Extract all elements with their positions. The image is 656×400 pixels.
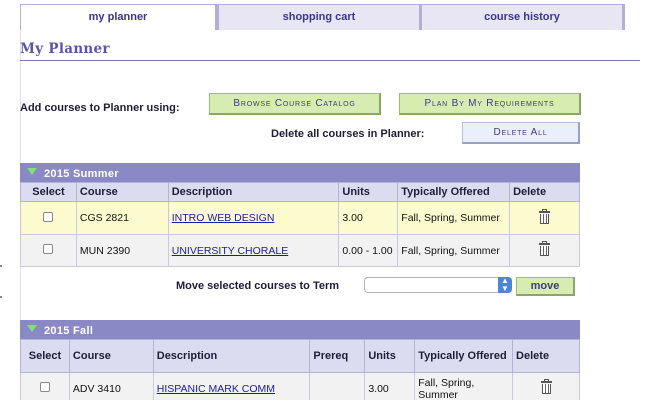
course-code: CGS 2821 [75, 201, 169, 235]
course-description-link[interactable]: INTRO WEB DESIGN [172, 212, 275, 224]
tab-shopping-cart[interactable]: shopping cart [218, 4, 420, 30]
browse-course-catalog-button[interactable]: Browse Course Catalog [209, 93, 381, 115]
table-header-row: Select Course Description Prereq Units T… [20, 339, 580, 373]
add-courses-label: Add courses to Planner using: [20, 102, 180, 114]
course-prereq [309, 372, 366, 400]
move-button[interactable]: move [516, 277, 575, 296]
fall-courses-table: Select Course Description Prereq Units T… [20, 339, 580, 400]
course-offered: Fall, Spring, Summer [397, 234, 511, 267]
col-prereq: Prereq [309, 339, 366, 373]
course-offered: Fall, Spring, Summer [414, 372, 514, 400]
table-row: ADV 3410 HISPANIC MARK COMM 3.00 Fall, S… [20, 372, 580, 400]
move-to-term-label: Move selected courses to Term [176, 280, 340, 292]
course-units: 3.00 [338, 201, 399, 235]
course-code: ADV 3410 [68, 372, 154, 400]
page-title: My Planner [20, 41, 110, 57]
select-checkbox[interactable] [43, 211, 54, 222]
dropdown-arrows-icon[interactable]: ▲ ▼ [498, 277, 512, 293]
col-typically-offered: Typically Offered [414, 339, 514, 373]
term-name: 2015 Fall [44, 325, 94, 337]
col-units: Units [338, 182, 399, 202]
col-select: Select [20, 339, 70, 373]
table-header-row: Select Course Description Units Typicall… [20, 182, 580, 202]
col-typically-offered: Typically Offered [397, 182, 511, 202]
course-code: MUN 2390 [75, 234, 169, 267]
term-select-dropdown[interactable]: ▲ ▼ [364, 277, 512, 293]
select-checkbox[interactable] [43, 244, 54, 254]
trash-icon[interactable] [539, 241, 551, 256]
delete-all-button[interactable]: Delete All [462, 122, 580, 144]
tab-my-planner[interactable]: my planner [20, 4, 216, 30]
col-course: Course [75, 182, 169, 202]
col-units: Units [364, 339, 416, 373]
trash-icon[interactable] [539, 208, 551, 224]
col-delete: Delete [512, 339, 580, 373]
title-divider [20, 60, 640, 61]
edge-marker [0, 296, 2, 298]
course-description-link[interactable]: UNIVERSITY CHORALE [172, 245, 289, 257]
tab-label: course history [484, 11, 560, 23]
tab-divider [622, 4, 625, 30]
tab-course-history[interactable]: course history [421, 4, 623, 30]
tab-divider [419, 4, 422, 30]
course-description-link[interactable]: HISPANIC MARK COMM [157, 383, 275, 395]
tab-label: my planner [88, 11, 148, 23]
term-name: 2015 Summer [44, 168, 119, 180]
col-description: Description [152, 339, 311, 373]
col-select: Select [20, 182, 77, 202]
tab-divider [216, 4, 219, 30]
tab-label: shopping cart [282, 11, 356, 23]
course-offered: Fall, Spring, Summer [397, 201, 511, 235]
trash-icon[interactable] [540, 379, 552, 394]
table-row: MUN 2390 UNIVERSITY CHORALE 0.00 - 1.00 … [20, 234, 580, 267]
term-header-fall[interactable]: 2015 Fall [20, 320, 580, 339]
table-row: CGS 2821 INTRO WEB DESIGN 3.00 Fall, Spr… [20, 201, 580, 235]
col-delete: Delete [509, 182, 580, 202]
plan-by-requirements-button[interactable]: Plan By My Requirements [399, 93, 581, 115]
course-units: 3.00 [364, 372, 416, 400]
col-description: Description [167, 182, 340, 202]
select-checkbox[interactable] [39, 382, 50, 392]
col-course: Course [68, 339, 154, 373]
expand-triangle-icon[interactable] [27, 325, 37, 332]
course-units: 0.00 - 1.00 [338, 234, 399, 267]
summer-courses-table: Select Course Description Units Typicall… [20, 182, 580, 267]
edge-marker [0, 265, 2, 267]
term-header-summer[interactable]: 2015 Summer [20, 163, 580, 182]
delete-all-label: Delete all courses in Planner: [271, 128, 425, 140]
expand-triangle-icon[interactable] [27, 168, 37, 175]
